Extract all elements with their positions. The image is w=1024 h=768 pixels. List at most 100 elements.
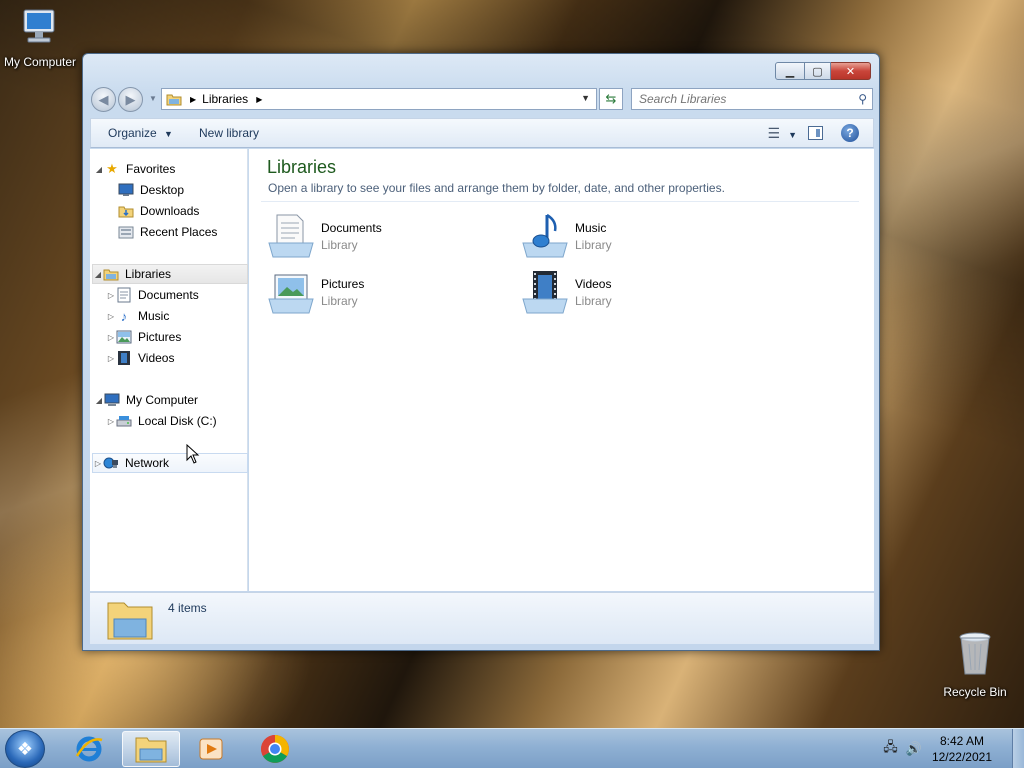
library-name: Music — [575, 221, 607, 235]
documents-icon — [116, 287, 132, 303]
library-name: Documents — [321, 221, 382, 235]
network-status-icon[interactable]: 🖧 — [883, 738, 898, 760]
desktop-icon-my-computer[interactable]: My Computer — [0, 8, 80, 69]
address-dropdown-icon[interactable]: ▼ — [581, 93, 590, 103]
breadcrumb-separator-icon[interactable]: ▶ — [256, 95, 262, 104]
tree-label: Libraries — [125, 267, 172, 281]
refresh-icon: ⇆ — [605, 91, 617, 106]
organize-label: Organize — [108, 126, 157, 140]
search-box[interactable]: ⚲ — [631, 88, 873, 110]
tree-item-documents[interactable]: ▷ Documents — [106, 285, 246, 305]
film-strip-icon — [116, 350, 132, 366]
recent-pages-dropdown[interactable]: ▼ — [149, 94, 157, 103]
library-name: Videos — [575, 277, 612, 291]
library-name: Pictures — [321, 277, 365, 291]
change-view-button[interactable]: ☰ ▼ — [768, 125, 797, 142]
downloads-folder-icon — [118, 203, 134, 219]
taskbar-media-player[interactable] — [182, 731, 240, 767]
maximize-button[interactable]: ▢ — [805, 62, 831, 80]
preview-pane-button[interactable] — [808, 126, 823, 140]
music-note-icon: ♪ — [120, 308, 128, 324]
collapse-icon[interactable]: ◢ — [94, 396, 104, 405]
tree-label: Network — [125, 456, 170, 470]
close-button[interactable]: ✕ — [831, 62, 871, 80]
start-button[interactable]: ❖ — [5, 730, 45, 768]
tree-libraries[interactable]: ◢ Libraries — [92, 264, 248, 284]
network-icon — [103, 455, 119, 471]
view-options-icon: ☰ — [767, 125, 781, 141]
tree-network[interactable]: ▷ Network — [92, 453, 248, 473]
library-item-videos[interactable]: Videos Library — [521, 267, 761, 319]
help-button[interactable]: ? — [841, 124, 859, 142]
organize-button[interactable]: Organize ▼ — [108, 126, 173, 140]
tree-item-desktop[interactable]: Desktop — [118, 180, 246, 200]
library-item-pictures[interactable]: Pictures Library — [267, 267, 507, 319]
tree-label: Recent Places — [140, 225, 218, 239]
library-item-music[interactable]: Music Library — [521, 211, 761, 263]
search-input[interactable] — [639, 92, 849, 106]
taskbar-internet-explorer[interactable] — [60, 731, 118, 767]
windows-logo-icon: ❖ — [16, 738, 34, 759]
collapse-icon[interactable]: ◢ — [94, 165, 104, 174]
forward-arrow-icon: ▶ — [125, 91, 136, 107]
collapse-icon[interactable]: ◢ — [93, 270, 103, 279]
hard-disk-icon — [116, 413, 132, 429]
navigation-pane: ◢ ★ Favorites Desktop Downloads Recent P… — [90, 149, 248, 591]
minimize-button[interactable]: ▁ — [775, 62, 805, 80]
tree-item-music[interactable]: ▷ ♪ Music — [106, 306, 246, 326]
forward-button[interactable]: ▶ — [118, 87, 143, 112]
tree-label: Music — [138, 309, 170, 323]
music-library-icon — [522, 213, 568, 258]
explorer-window: ▁ ▢ ✕ ◀ ▶ ▼ ▶ Libraries ▶ ▼ ⇆ ⚲ Organize… — [82, 53, 880, 651]
show-desktop-button[interactable] — [1012, 729, 1024, 768]
taskbar-windows-explorer[interactable] — [122, 731, 180, 767]
videos-library-icon — [522, 271, 568, 314]
libraries-folder-icon — [107, 602, 153, 640]
recent-places-icon — [118, 224, 134, 240]
star-icon: ★ — [106, 161, 118, 176]
taskbar: ❖ 🖧 🔊 8:42 AM 12/22/2021 — [0, 728, 1024, 768]
tree-label: Downloads — [140, 204, 200, 218]
expand-icon[interactable]: ▷ — [106, 354, 116, 363]
tree-item-pictures[interactable]: ▷ Pictures — [106, 327, 246, 347]
tree-favorites[interactable]: ◢ ★ Favorites — [94, 159, 250, 179]
refresh-button[interactable]: ⇆ — [599, 88, 623, 110]
taskbar-chrome[interactable] — [246, 731, 304, 767]
command-bar: Organize ▼ New library ☰ ▼ ? — [90, 118, 874, 148]
tree-my-computer[interactable]: ◢ My Computer — [94, 390, 250, 410]
tree-item-recent-places[interactable]: Recent Places — [118, 222, 246, 242]
libraries-folder-icon — [166, 94, 182, 106]
breadcrumb-libraries[interactable]: Libraries — [202, 92, 248, 106]
internet-explorer-icon — [75, 736, 103, 762]
volume-icon[interactable]: 🔊 — [906, 741, 922, 757]
page-subtitle: Open a library to see your files and arr… — [268, 181, 725, 195]
tree-label: Documents — [138, 288, 199, 302]
address-bar[interactable]: ▶ Libraries ▶ ▼ — [161, 88, 597, 110]
library-item-documents[interactable]: Documents Library — [267, 211, 507, 263]
computer-icon — [104, 392, 120, 408]
tree-item-local-disk[interactable]: ▷ Local Disk (C:) — [106, 411, 246, 431]
mouse-cursor-icon — [186, 444, 200, 464]
page-title: Libraries — [267, 157, 337, 177]
navigation-bar: ◀ ▶ ▼ ▶ Libraries ▶ ▼ ⇆ ⚲ — [91, 86, 873, 112]
tree-item-videos[interactable]: ▷ Videos — [106, 348, 246, 368]
expand-icon[interactable]: ▷ — [106, 333, 116, 342]
chevron-down-icon: ▼ — [788, 130, 797, 140]
search-icon[interactable]: ⚲ — [858, 92, 867, 106]
back-button[interactable]: ◀ — [91, 87, 116, 112]
expand-icon[interactable]: ▷ — [106, 417, 116, 426]
divider — [261, 201, 859, 202]
library-type: Library — [575, 238, 612, 252]
desktop-icon-recycle-bin[interactable]: Recycle Bin — [935, 630, 1015, 699]
breadcrumb-separator-icon[interactable]: ▶ — [190, 95, 196, 104]
expand-icon[interactable]: ▷ — [106, 291, 116, 300]
recycle-bin-icon — [959, 632, 991, 675]
clock[interactable]: 8:42 AM 12/22/2021 — [932, 733, 992, 765]
desktop-icon-label: Recycle Bin — [943, 685, 1007, 699]
expand-icon[interactable]: ▷ — [93, 459, 103, 468]
system-tray: 🖧 🔊 8:42 AM 12/22/2021 — [883, 729, 1024, 768]
libraries-folder-icon — [103, 266, 119, 282]
tree-item-downloads[interactable]: Downloads — [118, 201, 246, 221]
new-library-button[interactable]: New library — [199, 126, 259, 140]
expand-icon[interactable]: ▷ — [106, 312, 116, 321]
